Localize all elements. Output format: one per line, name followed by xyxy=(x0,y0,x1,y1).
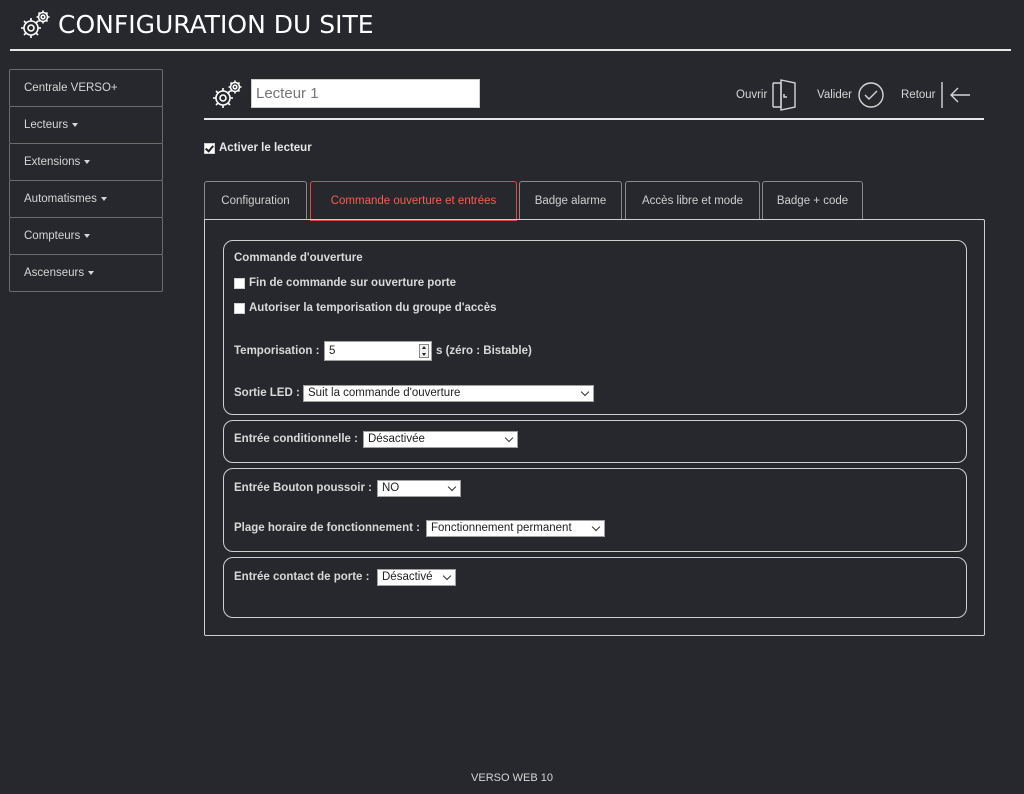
caret-down-icon xyxy=(88,270,95,275)
tab-acces-libre[interactable]: Accès libre et mode xyxy=(625,181,760,220)
reader-toolbar: Ouvrir Valider Retour xyxy=(204,76,984,120)
conditional-input-value: Désactivée xyxy=(368,433,425,445)
spinner-icon[interactable] xyxy=(419,344,429,358)
schedule-value: Fonctionnement permanent xyxy=(431,522,572,534)
sidebar-item-extensions[interactable]: Extensions xyxy=(9,143,163,181)
activate-reader-row: Activer le lecteur xyxy=(204,142,312,154)
schedule-label: Plage horaire de fonctionnement : xyxy=(234,522,420,534)
sidebar-item-centrale-verso[interactable]: Centrale VERSO+ xyxy=(9,69,163,107)
opening-command-section: Commande d'ouverture Fin de commande sur… xyxy=(223,240,967,415)
timer-stepper[interactable]: 5 xyxy=(324,341,432,361)
footer: VERSO WEB 10 xyxy=(471,772,553,784)
reader-name-input[interactable] xyxy=(251,79,480,108)
end-on-door-open-checkbox[interactable] xyxy=(234,277,245,289)
tab-badge-code[interactable]: Badge + code xyxy=(762,181,863,220)
pushbutton-value: NO xyxy=(382,482,400,494)
open-button-label: Ouvrir xyxy=(736,89,768,101)
caret-down-icon xyxy=(100,196,107,201)
led-output-value: Suit la commande d'ouverture xyxy=(308,387,461,399)
sidebar-item-ascenseurs[interactable]: Ascenseurs xyxy=(9,254,163,292)
schedule-select[interactable]: Fonctionnement permanent xyxy=(426,520,605,537)
sidebar-item-label: Extensions xyxy=(24,156,81,168)
sidebar-item-automatismes[interactable]: Automatismes xyxy=(9,180,163,218)
activate-reader-checkbox[interactable] xyxy=(204,142,215,154)
chevron-down-icon xyxy=(442,571,452,581)
sidebar-item-label: Automatismes xyxy=(24,193,97,205)
caret-down-icon xyxy=(84,233,91,238)
tab-panel: Commande d'ouverture Fin de commande sur… xyxy=(204,219,985,636)
group-timer-checkbox[interactable] xyxy=(234,302,245,314)
tab-commande-ouverture[interactable]: Commande ouverture et entrées xyxy=(310,181,517,221)
page-title: CONFIGURATION DU SITE xyxy=(58,10,374,39)
led-output-label: Sortie LED : xyxy=(234,387,300,399)
end-on-door-open-label: Fin de commande sur ouverture porte xyxy=(249,277,457,289)
end-on-door-open-row: Fin de commande sur ouverture porte xyxy=(234,277,456,289)
pushbutton-label: Entrée Bouton poussoir : xyxy=(234,482,372,494)
sidebar-item-label: Compteurs xyxy=(24,230,81,242)
group-timer-row: Autoriser la temporisation du groupe d'a… xyxy=(234,302,496,314)
door-icon xyxy=(772,79,797,111)
sidebar-item-label: Lecteurs xyxy=(24,119,69,131)
timer-label: Temporisation : xyxy=(234,345,320,357)
back-button[interactable]: Retour xyxy=(901,76,973,114)
chevron-down-icon xyxy=(447,482,457,492)
arrow-left-icon xyxy=(940,82,970,108)
caret-down-icon xyxy=(72,122,79,127)
sidebar: Centrale VERSO+ Lecteurs Extensions Auto… xyxy=(9,69,163,292)
conditional-input-label: Entrée conditionnelle : xyxy=(234,433,358,445)
pushbutton-section: Entrée Bouton poussoir : NO Plage horair… xyxy=(223,468,967,552)
pushbutton-select[interactable]: NO xyxy=(377,480,461,497)
chevron-down-icon xyxy=(504,433,514,443)
tab-badge-alarme[interactable]: Badge alarme xyxy=(519,181,622,220)
sidebar-item-lecteurs[interactable]: Lecteurs xyxy=(9,106,163,144)
open-button[interactable]: Ouvrir xyxy=(736,76,798,114)
gears-icon xyxy=(21,10,50,38)
caret-down-icon xyxy=(84,159,91,164)
door-contact-section: Entrée contact de porte : Désactivé xyxy=(223,557,967,618)
timer-suffix: s (zéro : Bistable) xyxy=(436,345,532,357)
timer-value: 5 xyxy=(329,345,336,357)
led-output-select[interactable]: Suit la commande d'ouverture xyxy=(303,385,594,402)
activate-reader-label: Activer le lecteur xyxy=(219,142,312,154)
door-contact-label: Entrée contact de porte : xyxy=(234,571,370,583)
conditional-input-section: Entrée conditionnelle : Désactivée xyxy=(223,420,967,463)
validate-button-label: Valider xyxy=(817,89,852,101)
check-circle-icon xyxy=(858,82,884,108)
door-contact-select[interactable]: Désactivé xyxy=(377,569,456,586)
sidebar-item-label: Centrale VERSO+ xyxy=(24,82,118,94)
group-timer-label: Autoriser la temporisation du groupe d'a… xyxy=(249,302,497,314)
back-button-label: Retour xyxy=(901,89,936,101)
section-title: Commande d'ouverture xyxy=(234,252,363,264)
door-contact-value: Désactivé xyxy=(382,571,433,583)
chevron-down-icon xyxy=(591,522,601,532)
chevron-down-icon xyxy=(580,387,590,397)
gears-icon xyxy=(213,80,242,108)
sidebar-item-compteurs[interactable]: Compteurs xyxy=(9,217,163,255)
page-header: CONFIGURATION DU SITE xyxy=(10,0,1011,51)
sidebar-item-label: Ascenseurs xyxy=(24,267,85,279)
conditional-input-select[interactable]: Désactivée xyxy=(363,431,518,448)
tab-configuration[interactable]: Configuration xyxy=(204,181,307,220)
validate-button[interactable]: Valider xyxy=(817,76,887,114)
